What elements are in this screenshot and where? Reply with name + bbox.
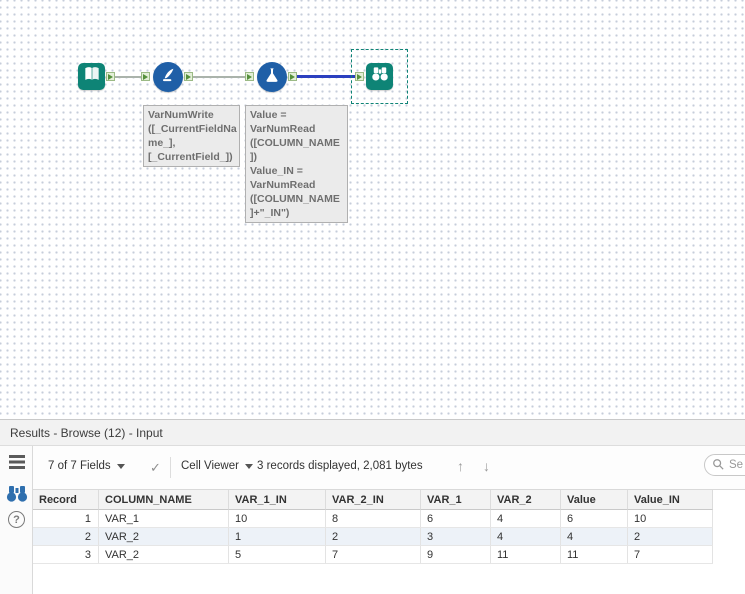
multi-field-formula-tool[interactable] (153, 62, 183, 92)
column-header[interactable]: Record (33, 490, 99, 510)
cell-viewer-dropdown[interactable]: Cell Viewer (181, 460, 253, 472)
column-header[interactable]: VAR_1 (421, 490, 491, 510)
results-title: Results - Browse (12) - Input (10, 425, 163, 440)
fields-dropdown[interactable]: 7 of 7 Fields (48, 460, 125, 472)
table-cell[interactable]: 8 (326, 510, 421, 528)
table-cell[interactable]: 2 (326, 528, 421, 546)
table-cell[interactable]: 9 (421, 546, 491, 564)
results-table: Record COLUMN_NAME VAR_1_IN VAR_2_IN VAR… (33, 490, 713, 564)
browse-view-icon[interactable] (0, 484, 33, 503)
results-toolbar: 7 of 7 Fields ✓ Cell Viewer 3 records di… (33, 446, 745, 490)
input-data-icon (82, 64, 102, 89)
results-panel-header: Results - Browse (12) - Input (0, 420, 745, 446)
column-header[interactable]: VAR_1_IN (229, 490, 326, 510)
table-cell[interactable]: 3 (33, 546, 99, 564)
fields-dropdown-label: 7 of 7 Fields (48, 460, 111, 472)
table-cell[interactable]: 6 (421, 510, 491, 528)
records-status-text: 3 records displayed, 2,081 bytes (257, 460, 423, 472)
annotation-varnumwrite[interactable]: VarNumWrite ([_CurrentFieldNa me_], [_Cu… (143, 105, 240, 167)
table-cell[interactable]: 1 (33, 510, 99, 528)
table-cell[interactable]: 10 (628, 510, 713, 528)
connection-input-to-multifield[interactable] (115, 76, 141, 78)
table-cell[interactable]: 2 (33, 528, 99, 546)
column-header[interactable]: Value_IN (628, 490, 713, 510)
table-cell[interactable]: VAR_1 (99, 510, 229, 528)
output-anchor-multifield-tool[interactable] (184, 72, 193, 81)
results-sidebar: ? (0, 446, 33, 594)
search-placeholder: Se (729, 459, 744, 471)
pen-icon (158, 65, 178, 90)
column-header[interactable]: COLUMN_NAME (99, 490, 229, 510)
input-anchor-formula-tool[interactable] (245, 72, 254, 81)
flask-icon (262, 65, 282, 90)
cell-viewer-label: Cell Viewer (181, 460, 239, 472)
output-anchor-formula-tool[interactable] (288, 72, 297, 81)
table-cell[interactable]: 11 (491, 546, 561, 564)
column-header[interactable]: Value (561, 490, 628, 510)
help-icon[interactable]: ? (0, 511, 33, 528)
chevron-down-icon (244, 463, 253, 469)
table-cell[interactable]: 1 (229, 528, 326, 546)
down-arrow-icon[interactable]: ↓ (483, 458, 490, 474)
annotation-varnumread[interactable]: Value = VarNumRead ([COLUMN_NAME ]) Valu… (245, 105, 348, 223)
search-input[interactable]: Se (704, 454, 745, 476)
table-cell[interactable]: 5 (229, 546, 326, 564)
records-status: 3 records displayed, 2,081 bytes (257, 460, 423, 472)
apply-button[interactable]: ✓ (150, 460, 161, 476)
table-cell[interactable]: VAR_2 (99, 546, 229, 564)
table-cell[interactable]: VAR_2 (99, 528, 229, 546)
workflow-canvas[interactable]: VarNumWrite ([_CurrentFieldNa me_], [_Cu… (0, 0, 745, 420)
table-cell[interactable]: 10 (229, 510, 326, 528)
connection-formula-to-browse-selected[interactable] (297, 75, 355, 78)
up-arrow-icon[interactable]: ↑ (457, 458, 464, 474)
help-glyph: ? (13, 513, 20, 526)
binoculars-icon (370, 64, 390, 89)
column-header[interactable]: VAR_2 (491, 490, 561, 510)
check-icon: ✓ (150, 460, 161, 475)
connection-multifield-to-formula[interactable] (193, 76, 245, 78)
output-anchor-input-tool[interactable] (106, 72, 115, 81)
browse-tool[interactable] (366, 63, 393, 90)
table-cell[interactable]: 3 (421, 528, 491, 546)
chevron-down-icon (116, 463, 125, 469)
search-icon (712, 458, 724, 473)
table-cell[interactable]: 4 (561, 528, 628, 546)
table-cell[interactable]: 6 (561, 510, 628, 528)
input-anchor-multifield-tool[interactable] (141, 72, 150, 81)
table-cell[interactable]: 4 (491, 510, 561, 528)
toolbar-divider (170, 457, 171, 478)
table-cell[interactable]: 4 (491, 528, 561, 546)
alteryx-designer-window: VarNumWrite ([_CurrentFieldNa me_], [_Cu… (0, 0, 745, 594)
column-header[interactable]: VAR_2_IN (326, 490, 421, 510)
formula-tool[interactable] (257, 62, 287, 92)
table-cell[interactable]: 11 (561, 546, 628, 564)
input-data-tool[interactable] (78, 63, 105, 90)
table-cell[interactable]: 2 (628, 528, 713, 546)
table-cell[interactable]: 7 (628, 546, 713, 564)
grid-view-icon[interactable] (0, 454, 33, 470)
table-cell[interactable]: 7 (326, 546, 421, 564)
